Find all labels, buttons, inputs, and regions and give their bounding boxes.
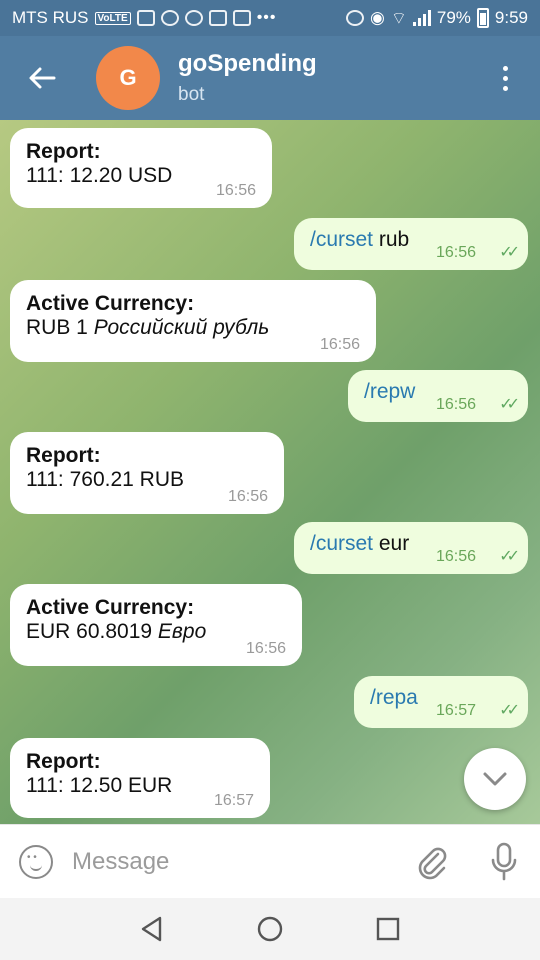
nav-back-icon[interactable] — [140, 916, 164, 942]
chevron-down-icon — [483, 772, 507, 786]
chat-subtitle: bot — [178, 84, 205, 105]
back-button[interactable] — [0, 36, 84, 120]
outgoing-message[interactable]: /curset eur 16:56 ✓✓ — [294, 522, 528, 574]
incoming-message[interactable]: Report: 111: 12.20 USD 16:56 — [10, 128, 272, 208]
message-heading: Report: — [26, 750, 101, 773]
command-link[interactable]: /curset — [310, 228, 373, 251]
alarm-icon — [346, 10, 365, 26]
chat-header: G goSpending bot — [0, 36, 540, 120]
menu-dot-icon — [502, 85, 508, 91]
read-check-icon: ✓✓ — [499, 548, 520, 565]
avatar[interactable]: G — [96, 46, 160, 110]
chat-title: goSpending — [178, 50, 317, 77]
message-text: 111: 12.20 USD — [26, 164, 173, 187]
command-link[interactable]: /repw — [364, 380, 415, 403]
volte-icon: VoLTE — [94, 11, 131, 25]
system-nav-bar — [0, 898, 540, 960]
menu-dot-icon — [502, 75, 508, 81]
outgoing-message[interactable]: /curset rub 16:56 ✓✓ — [294, 218, 528, 270]
message-time: 16:56 — [319, 336, 360, 353]
incoming-message[interactable]: Report: 111: 760.21 RUB 16:56 — [10, 432, 284, 514]
scroll-down-button[interactable] — [464, 748, 526, 810]
eye-icon: ◉ — [370, 8, 385, 27]
outgoing-message[interactable]: /repw 16:56 ✓✓ — [348, 370, 528, 422]
menu-dot-icon — [502, 65, 508, 71]
incoming-message[interactable]: Active Currency: EUR 60.8019 Евро 16:56 — [10, 584, 302, 666]
message-heading: Active Currency: — [26, 292, 195, 315]
signal-icon — [412, 10, 431, 26]
message-time: 16:56 — [435, 548, 476, 565]
message-text: 111: 12.50 EUR — [26, 774, 173, 797]
message-time: 16:57 — [435, 702, 476, 719]
message-italic-text: Российский рубль — [93, 316, 270, 339]
microphone-icon — [491, 842, 517, 880]
incoming-message[interactable]: Active Currency: RUB 1 Российский рубль … — [10, 280, 376, 362]
chat-area[interactable]: Report: 111: 12.20 USD 16:56 /curset rub… — [0, 120, 540, 824]
message-text: eur — [373, 532, 410, 555]
nav-home-icon[interactable] — [256, 915, 284, 943]
message-input-bar: Message — [0, 824, 540, 898]
message-time: 16:56 — [435, 396, 476, 413]
read-check-icon: ✓✓ — [499, 396, 520, 413]
carrier-label: MTS RUS — [12, 8, 89, 27]
attach-button[interactable] — [396, 844, 468, 880]
message-time: 16:56 — [245, 640, 286, 657]
nav-recents-icon[interactable] — [376, 917, 400, 941]
message-text: 111: 760.21 RUB — [26, 468, 184, 491]
clock: 9:59 — [494, 8, 528, 27]
microphone-button[interactable] — [468, 842, 540, 882]
back-arrow-icon — [29, 67, 56, 89]
smiley-icon — [19, 844, 53, 879]
command-link[interactable]: /repa — [370, 686, 418, 709]
emoji-button[interactable] — [0, 844, 72, 879]
message-text: EUR 60.8019 — [26, 620, 158, 643]
battery-percent: 79% — [436, 8, 471, 27]
status-bar: MTS RUS VoLTE ••• ◉ ⌔ 79% 9:59 — [0, 0, 540, 36]
message-input[interactable]: Message — [72, 848, 396, 876]
message-text: rub — [373, 228, 410, 251]
paperclip-icon — [418, 847, 447, 879]
message-heading: Report: — [26, 444, 101, 467]
message-heading: Report: — [26, 140, 101, 163]
message-time: 16:56 — [227, 488, 268, 505]
message-time: 16:56 — [435, 244, 476, 261]
more-menu-button[interactable] — [470, 36, 540, 120]
chat-info[interactable]: goSpending bot — [178, 50, 470, 106]
message-time: 16:56 — [215, 182, 256, 199]
read-check-icon: ✓✓ — [499, 702, 520, 719]
message-italic-text: Евро — [157, 620, 207, 643]
mail-icon — [208, 10, 227, 26]
app-icon — [160, 10, 179, 26]
read-check-icon: ✓✓ — [499, 244, 520, 261]
message-text: RUB 1 — [26, 316, 94, 339]
sync-icon — [184, 10, 203, 26]
message-heading: Active Currency: — [26, 596, 195, 619]
command-link[interactable]: /curset — [310, 532, 373, 555]
incoming-message[interactable]: Report: 111: 12.50 EUR 16:57 — [10, 738, 270, 818]
wifi-icon: ⌔ — [390, 8, 407, 28]
battery-icon — [476, 8, 489, 28]
more-notifications-icon: ••• — [256, 9, 277, 26]
message-time: 16:57 — [213, 792, 254, 809]
outgoing-message[interactable]: /repa 16:57 ✓✓ — [354, 676, 528, 728]
shield-icon — [136, 10, 155, 26]
notification-icon — [232, 10, 251, 26]
